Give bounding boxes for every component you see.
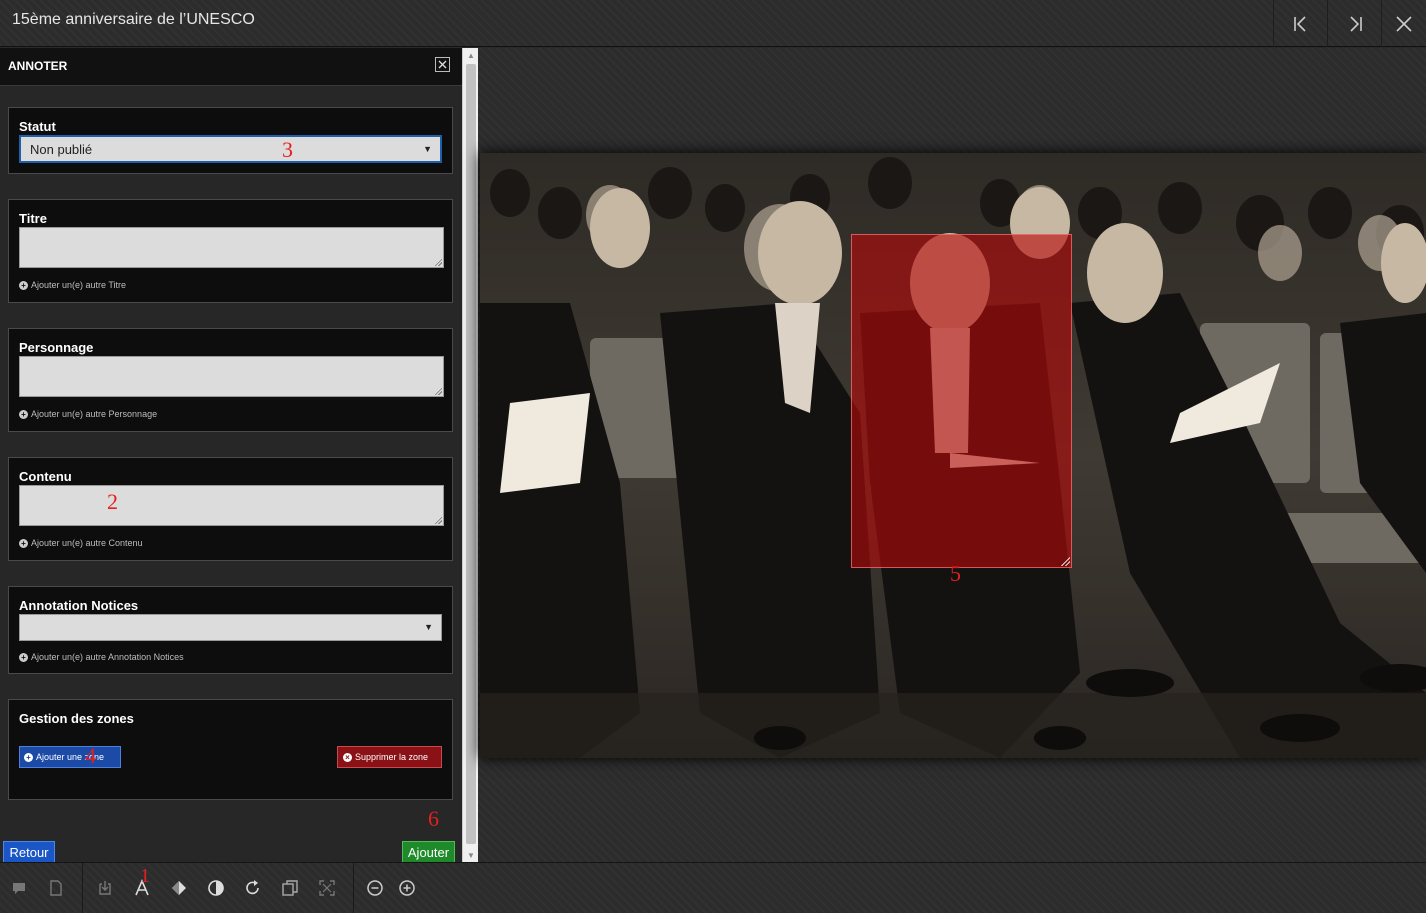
page-icon (50, 880, 62, 896)
marker-2: 2 (107, 489, 118, 514)
last-page-button[interactable] (1327, 0, 1381, 47)
zoom-out-icon (367, 880, 383, 896)
add-personnage-link[interactable]: + Ajouter un(e) autre Personnage (19, 409, 157, 419)
statut-select[interactable]: Non publié ▼ (19, 135, 442, 163)
add-contenu-link[interactable]: + Ajouter un(e) autre Contenu (19, 538, 143, 548)
image-viewer: 5 (478, 48, 1426, 862)
scroll-thumb[interactable] (466, 64, 476, 844)
add-titre-link[interactable]: + Ajouter un(e) autre Titre (19, 280, 126, 290)
plus-circle-icon: + (19, 409, 28, 419)
diamond-icon (172, 881, 186, 895)
statut-label: Statut (19, 119, 56, 134)
archive-photo[interactable]: 5 (480, 153, 1426, 758)
annotation-zone[interactable] (851, 234, 1072, 568)
panel-scrollbar[interactable]: ▲ ▼ (462, 48, 478, 862)
contenu-textarea[interactable] (19, 485, 444, 526)
delete-zone-label: Supprimer la zone (355, 752, 429, 762)
add-annotation-notices-link[interactable]: + Ajouter un(e) autre Annotation Notices (19, 652, 184, 662)
annotate-panel: ANNOTER Statut Non publié ▼ 3 Titre + Aj… (0, 48, 462, 863)
close-viewer-button[interactable] (1381, 0, 1426, 47)
remove-circle-icon: × (343, 752, 352, 762)
titre-field: Titre + Ajouter un(e) autre Titre (8, 199, 453, 303)
page-button[interactable] (45, 877, 67, 899)
marker-6: 6 (428, 806, 439, 831)
personnage-textarea[interactable] (19, 356, 444, 397)
titre-textarea[interactable] (19, 227, 444, 268)
copy-button[interactable] (279, 877, 301, 899)
first-page-icon (1293, 15, 1306, 32)
rotate-icon (246, 880, 259, 895)
toolbar-separator (353, 863, 354, 913)
resize-grip-icon[interactable] (434, 387, 442, 395)
close-icon (438, 60, 447, 69)
diamond-button[interactable] (168, 877, 190, 899)
personnage-field: Personnage + Ajouter un(e) autre Personn… (8, 328, 453, 432)
close-icon (1396, 15, 1412, 32)
dropdown-arrow-icon: ▼ (424, 622, 433, 632)
document-title: 15ème anniversaire de l’UNESCO (12, 11, 255, 28)
add-zone-button[interactable]: + Ajouter une zone (19, 746, 121, 768)
back-button[interactable]: Retour (3, 841, 55, 863)
titre-label: Titre (19, 211, 47, 226)
zoom-out-button[interactable] (364, 877, 386, 899)
add-titre-label: Ajouter un(e) autre Titre (31, 280, 127, 290)
submit-button[interactable]: Ajouter (402, 841, 455, 863)
marker-1: 1 (140, 865, 150, 887)
add-annotation-notices-label: Ajouter un(e) autre Annotation Notices (31, 652, 184, 662)
marker-4: 4 (85, 743, 96, 768)
contrast-icon (208, 880, 224, 896)
last-page-icon (1349, 15, 1362, 32)
add-personnage-label: Ajouter un(e) autre Personnage (31, 409, 158, 419)
top-bar: 15ème anniversaire de l’UNESCO (0, 0, 1426, 47)
toolbar-separator (82, 863, 83, 913)
zones-field: Gestion des zones + Ajouter une zone 4 ×… (8, 699, 453, 800)
comment-button[interactable] (8, 877, 30, 899)
panel-close-button[interactable] (435, 57, 450, 72)
statut-select-value: Non publié (30, 142, 93, 157)
zoom-in-icon (399, 880, 415, 896)
copy-icon (282, 880, 298, 896)
plus-circle-icon: + (19, 652, 28, 662)
marker-3: 3 (282, 137, 293, 162)
add-contenu-label: Ajouter un(e) autre Contenu (31, 538, 143, 548)
panel-header: ANNOTER (0, 48, 462, 86)
annotation-notices-select[interactable]: ▼ (19, 614, 442, 641)
delete-zone-button[interactable]: × Supprimer la zone (337, 746, 442, 768)
zone-resize-grip[interactable] (1060, 556, 1070, 566)
plus-circle-icon: + (19, 538, 28, 548)
download-icon (99, 881, 111, 895)
plus-circle-icon: + (19, 280, 28, 290)
resize-grip-icon[interactable] (434, 258, 442, 266)
plus-circle-icon: + (24, 752, 33, 762)
personnage-label: Personnage (19, 340, 94, 355)
dropdown-arrow-icon: ▼ (423, 144, 432, 154)
resize-grip-icon[interactable] (434, 516, 442, 524)
contenu-label: Contenu (19, 469, 72, 484)
first-page-button[interactable] (1273, 0, 1327, 47)
statut-field: Statut Non publié ▼ 3 (8, 107, 453, 174)
rotate-button[interactable] (242, 877, 264, 899)
zones-label: Gestion des zones (19, 711, 134, 726)
annotation-notices-field: Annotation Notices ▼ + Ajouter un(e) aut… (8, 586, 453, 674)
zoom-in-button[interactable] (396, 877, 418, 899)
contenu-field: Contenu 2 + Ajouter un(e) autre Contenu (8, 457, 453, 561)
scroll-down-icon[interactable]: ▼ (463, 848, 479, 862)
annotation-notices-label: Annotation Notices (19, 598, 139, 613)
contrast-button[interactable] (205, 877, 227, 899)
fullscreen-button[interactable] (316, 877, 338, 899)
fullscreen-icon (319, 880, 335, 896)
marker-5: 5 (950, 561, 961, 586)
scroll-up-icon[interactable]: ▲ (463, 48, 479, 62)
download-button[interactable] (94, 877, 116, 899)
panel-title: ANNOTER (8, 59, 68, 73)
bottom-toolbar: 1 (0, 862, 1426, 913)
comment-icon (13, 883, 25, 894)
